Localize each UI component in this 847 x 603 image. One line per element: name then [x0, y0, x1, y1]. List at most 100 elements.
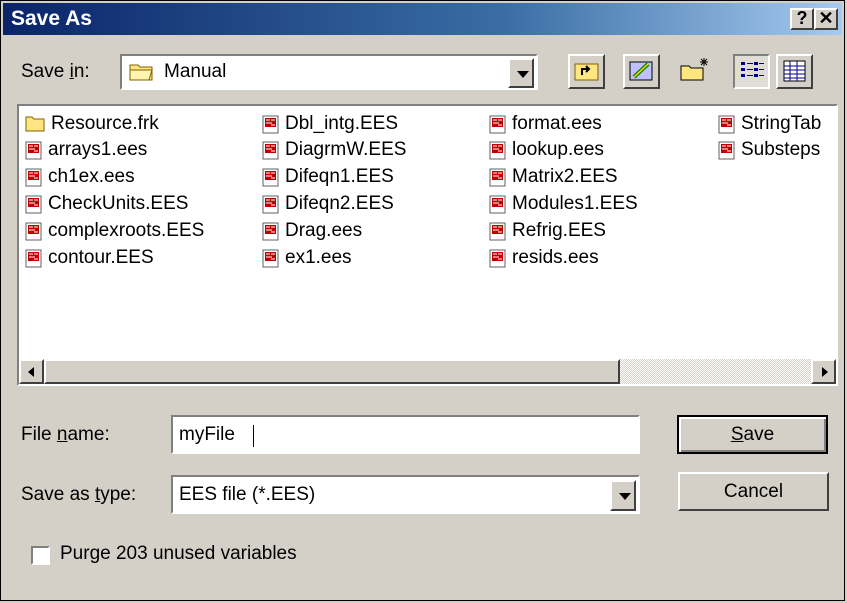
- purge-checkbox[interactable]: [31, 546, 50, 565]
- file-list-item[interactable]: Difeqn1.EES: [262, 166, 394, 190]
- ees-file-icon: [718, 141, 735, 160]
- folder-open-icon: [129, 62, 155, 88]
- horizontal-scrollbar[interactable]: [19, 359, 836, 384]
- save-type-label: Save as type:: [21, 484, 136, 506]
- file-name: CheckUnits.EES: [48, 193, 189, 214]
- scroll-thumb[interactable]: [44, 359, 620, 384]
- chevron-down-icon: [619, 493, 631, 500]
- help-button[interactable]: ?: [790, 8, 814, 30]
- ees-file-icon: [262, 249, 279, 268]
- ees-file-icon: [489, 168, 506, 187]
- ees-file-icon: [489, 115, 506, 134]
- ees-file-icon: [262, 222, 279, 241]
- file-list-item[interactable]: Resource.frk: [25, 113, 159, 137]
- file-list-item[interactable]: Matrix2.EES: [489, 166, 618, 190]
- file-list-item[interactable]: CheckUnits.EES: [25, 193, 188, 217]
- save-type-label-pre: Save as: [21, 484, 95, 505]
- file-name: Matrix2.EES: [512, 166, 618, 187]
- scroll-right-button[interactable]: [811, 359, 836, 384]
- file-list[interactable]: Resource.frk arrays1.ees ch1ex.ees CheckUni…: [17, 104, 838, 386]
- file-list-item[interactable]: resids.ees: [489, 247, 599, 271]
- file-list-item[interactable]: Refrig.EES: [489, 220, 606, 244]
- ees-file-icon: [489, 249, 506, 268]
- scroll-left-button[interactable]: [19, 359, 44, 384]
- file-name-label-post: ame:: [67, 424, 110, 445]
- file-list-item[interactable]: Difeqn2.EES: [262, 193, 394, 217]
- save-in-dropdown[interactable]: Manual: [120, 54, 538, 90]
- file-name-label: File name:: [21, 424, 110, 446]
- file-name: ex1.ees: [285, 247, 352, 268]
- cancel-button-label: Cancel: [723, 481, 784, 502]
- file-name: StringTab: [741, 113, 822, 134]
- file-list-item[interactable]: Substeps: [718, 139, 820, 163]
- file-list-item[interactable]: DiagrmW.EES: [262, 139, 406, 163]
- file-name: lookup.ees: [512, 139, 604, 160]
- arrow-left-icon: [28, 367, 34, 377]
- file-list-item[interactable]: Dbl_intg.EES: [262, 113, 398, 137]
- file-name-input[interactable]: myFile: [171, 415, 640, 454]
- ees-file-icon: [262, 141, 279, 160]
- file-name: resids.ees: [512, 247, 599, 268]
- file-list-item[interactable]: Drag.ees: [262, 220, 362, 244]
- save-type-dropdown-button[interactable]: [610, 480, 636, 511]
- file-list-item[interactable]: ch1ex.ees: [25, 166, 135, 190]
- save-in-label: Save in:: [21, 61, 90, 83]
- file-name: Dbl_intg.EES: [285, 113, 399, 134]
- file-list-item[interactable]: ex1.ees: [262, 247, 352, 271]
- ees-file-icon: [489, 195, 506, 214]
- close-icon: ✕: [818, 8, 834, 28]
- ees-file-icon: [262, 195, 279, 214]
- file-name: format.ees: [512, 113, 602, 134]
- file-list-item[interactable]: arrays1.ees: [25, 139, 147, 163]
- save-type-label-post: ype:: [100, 484, 137, 505]
- file-name: Substeps: [741, 139, 821, 160]
- file-name: arrays1.ees: [48, 139, 148, 160]
- file-name: DiagrmW.EES: [285, 139, 407, 160]
- ees-file-icon: [25, 141, 42, 160]
- desktop-button[interactable]: [623, 54, 660, 89]
- ees-file-icon: [25, 168, 42, 187]
- file-list-item[interactable]: format.ees: [489, 113, 602, 137]
- list-view-icon: [741, 62, 764, 77]
- file-list-item[interactable]: Modules1.EES: [489, 193, 638, 217]
- details-view-button[interactable]: [776, 54, 813, 89]
- ees-file-icon: [25, 222, 42, 241]
- up-one-level-button[interactable]: [568, 54, 605, 89]
- file-list-item[interactable]: lookup.ees: [489, 139, 604, 163]
- file-list-item[interactable]: complexroots.EES: [25, 220, 204, 244]
- save-button[interactable]: Save: [677, 415, 828, 454]
- file-list-item[interactable]: contour.EES: [25, 247, 154, 271]
- title-bar: Save As ? ✕: [3, 3, 842, 35]
- file-name: ch1ex.ees: [48, 166, 135, 187]
- dialog-title: Save As: [11, 7, 92, 30]
- save-as-dialog: Save As ? ✕ Save in: Manual Resource.frk…: [0, 0, 845, 601]
- cancel-button[interactable]: Cancel: [678, 472, 829, 511]
- close-button[interactable]: ✕: [814, 8, 838, 30]
- list-view-button[interactable]: [733, 54, 770, 89]
- new-folder-button[interactable]: [678, 54, 715, 89]
- details-view-icon: [783, 60, 806, 82]
- text-cursor: [253, 425, 254, 447]
- purge-label[interactable]: Purge 203 unused variables: [60, 543, 297, 565]
- save-in-label-pre: Save: [21, 61, 70, 82]
- file-name-label-pre: File: [21, 424, 57, 445]
- save-in-label-post: n:: [73, 61, 90, 82]
- ees-file-icon: [262, 168, 279, 187]
- ees-file-icon: [25, 195, 42, 214]
- up-folder-icon: [574, 63, 599, 81]
- file-name: Refrig.EES: [512, 220, 606, 241]
- file-name: Difeqn2.EES: [285, 193, 394, 214]
- file-name: complexroots.EES: [48, 220, 205, 241]
- file-name: Resource.frk: [51, 113, 159, 134]
- save-in-value: Manual: [164, 61, 227, 82]
- file-name-label-hotkey: n: [56, 424, 68, 445]
- save-type-dropdown[interactable]: EES file (*.EES): [171, 475, 640, 514]
- arrow-right-icon: [822, 367, 828, 377]
- file-list-item[interactable]: StringTab: [718, 113, 821, 137]
- file-name-value: myFile: [179, 424, 235, 445]
- ees-file-icon: [718, 115, 735, 134]
- file-name: Modules1.EES: [512, 193, 638, 214]
- ees-file-icon: [25, 249, 42, 268]
- chevron-down-icon: [517, 71, 529, 78]
- save-in-dropdown-button[interactable]: [508, 58, 534, 88]
